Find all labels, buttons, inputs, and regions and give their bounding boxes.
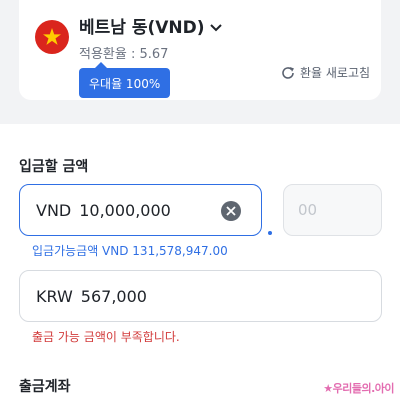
deposit-section-label: 입금할 금액 xyxy=(19,159,89,175)
decimal-point xyxy=(268,231,272,235)
vnd-amount-input[interactable]: VND 10,000,000 xyxy=(19,184,262,236)
krw-amount-value: 567,000 xyxy=(80,286,147,306)
krw-amount-input[interactable]: KRW 567,000 xyxy=(19,270,382,322)
vnd-currency-code: VND xyxy=(36,200,72,220)
refresh-icon xyxy=(282,66,294,79)
krw-currency-code: KRW xyxy=(36,286,73,306)
preferential-rate-badge: 우대율 100% xyxy=(79,62,171,98)
decimal-placeholder: 00 xyxy=(298,201,318,219)
chevron-down-icon xyxy=(209,19,223,33)
insufficient-funds-error: 출금 가능 금액이 부족합니다. xyxy=(32,330,180,344)
vnd-amount-value: 10,000,000 xyxy=(79,200,171,220)
withdraw-account-label: 출금계좌 xyxy=(19,379,71,395)
available-amount: 입금가능금액 VND 131,578,947.00 xyxy=(32,244,228,258)
currency-name: 베트남 동(VND) xyxy=(79,18,205,38)
refresh-rate-button[interactable]: 환율 새로고침 xyxy=(280,64,370,81)
transfer-form: 입금할 금액 VND 10,000,000 00 입금가능금액 VND 131,… xyxy=(0,124,400,400)
currency-selector[interactable]: 베트남 동(VND) xyxy=(79,13,223,38)
refresh-label: 환율 새로고침 xyxy=(300,66,371,80)
applied-rate: 적용환율 : 5.67 xyxy=(79,47,169,62)
watermark: ★우리들의.아이 xyxy=(323,382,394,395)
decimal-input[interactable]: 00 xyxy=(283,184,382,236)
vietnam-flag-icon xyxy=(35,20,69,54)
clear-icon[interactable] xyxy=(221,201,241,221)
